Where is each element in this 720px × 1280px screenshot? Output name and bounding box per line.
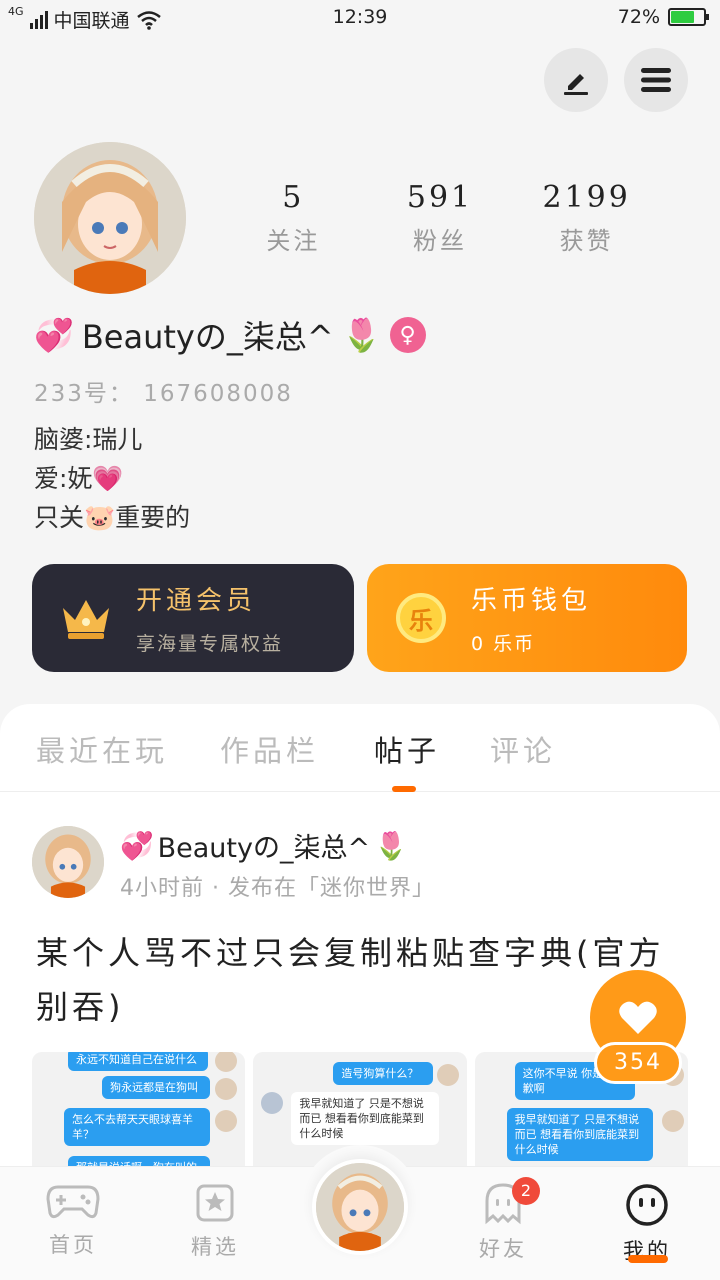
- gamepad-icon: [46, 1185, 100, 1219]
- friends-notification-badge: 2: [512, 1177, 540, 1205]
- tab-works[interactable]: 作品栏: [220, 728, 319, 770]
- followers-count: 591: [406, 180, 474, 215]
- wallet-balance: 0 乐币: [471, 633, 536, 655]
- clock: 12:39: [332, 6, 388, 28]
- avatar-image: [32, 826, 104, 898]
- bio: 脑婆:瑞儿 爱:妩💗 只关🐷重要的: [34, 420, 190, 537]
- chat-avatar: [436, 1064, 459, 1086]
- chat-avatar: [215, 1052, 238, 1072]
- username-suffix-emoji: 🌷: [341, 316, 382, 354]
- chat-avatar: [215, 1110, 238, 1132]
- likes-label: 获赞: [559, 227, 614, 255]
- author-suffix-emoji: 🌷: [374, 830, 408, 862]
- username-prefix-emoji: 💞: [34, 316, 74, 354]
- nav-center-avatar[interactable]: [312, 1159, 408, 1255]
- chat-bubble: 永远不知道自己在说什么: [68, 1052, 208, 1071]
- chat-avatar: [215, 1078, 238, 1100]
- post-meta: 4小时前 · 发布在「迷你世界」: [120, 876, 435, 901]
- user-id: 233号： 167608008: [34, 381, 293, 407]
- like-count: 354: [594, 1042, 682, 1084]
- profile-avatar[interactable]: [34, 142, 186, 294]
- menu-button[interactable]: [624, 48, 688, 112]
- nav-featured[interactable]: 精选: [160, 1183, 270, 1261]
- battery-icon: [668, 8, 709, 26]
- username-row: 💞 Beautyの_柒总^ 🌷 ♀: [34, 312, 426, 358]
- avatar-image: [316, 1163, 404, 1251]
- star-bookmark-icon: [196, 1184, 234, 1222]
- heart-icon: [619, 1001, 657, 1034]
- profile-stats: 5 关注 591 粉丝 2199 获赞: [220, 180, 660, 256]
- wallet-title: 乐币钱包: [471, 586, 592, 616]
- tab-comments[interactable]: 评论: [490, 728, 556, 770]
- followers-label: 粉丝: [413, 227, 467, 255]
- stat-followers[interactable]: 591 粉丝: [367, 180, 514, 256]
- following-count: 5: [282, 180, 305, 215]
- battery-percent: 72%: [617, 6, 660, 28]
- stat-following[interactable]: 5 关注: [220, 180, 367, 256]
- nav-home-label: 首页: [49, 1233, 97, 1257]
- author-prefix-emoji: 💞: [120, 830, 154, 862]
- crown-icon: [58, 590, 114, 646]
- username: Beautyの_柒总^: [81, 318, 334, 356]
- nav-friends[interactable]: 好友: [448, 1183, 558, 1263]
- likes-count: 2199: [542, 180, 631, 215]
- bottom-nav: 首页 精选 好友 2 我的: [0, 1145, 720, 1280]
- tab-posts[interactable]: 帖子: [374, 728, 440, 770]
- bio-line: 脑婆:瑞儿: [34, 425, 143, 454]
- pencil-icon: [564, 74, 588, 95]
- chat-avatar: [261, 1092, 284, 1114]
- avatar-image: [34, 142, 186, 294]
- female-gender-icon: ♀: [389, 317, 426, 353]
- coin-glyph: 乐: [396, 593, 446, 643]
- chat-bubble: 怎么不去帮天天眼球喜羊羊？: [64, 1108, 210, 1146]
- nav-friends-label: 好友: [479, 1237, 527, 1261]
- bio-line: 只关🐷重要的: [34, 503, 191, 532]
- chat-avatar: [661, 1110, 684, 1132]
- author-name: Beautyの_柒总^: [157, 833, 371, 864]
- chat-bubble: 造号狗算什么？: [333, 1062, 434, 1085]
- chat-bubble: 我早就知道了 只是不想说而已 想看看你到底能菜到什么时候: [506, 1108, 653, 1161]
- post-author-name[interactable]: 💞 Beautyの_柒总^ 🌷: [120, 826, 408, 865]
- nav-featured-label: 精选: [191, 1235, 239, 1259]
- smiley-face-icon: [626, 1184, 668, 1226]
- post-author-avatar[interactable]: [32, 826, 104, 898]
- nav-me[interactable]: 我的: [592, 1183, 702, 1265]
- chat-bubble: 狗永远都是在狗叫: [102, 1076, 210, 1099]
- wallet-card[interactable]: 乐 乐币钱包 0 乐币: [367, 564, 687, 672]
- bio-line: 爱:妩💗: [34, 464, 124, 493]
- stat-likes[interactable]: 2199 获赞: [513, 180, 660, 256]
- chat-bubble: 我早就知道了 只是不想说而已 想看看你到底能菜到什么时候: [291, 1092, 440, 1145]
- coin-icon: 乐: [393, 590, 449, 646]
- following-label: 关注: [266, 227, 321, 255]
- hamburger-menu-icon: [641, 68, 671, 92]
- tab-active-indicator: [392, 786, 416, 792]
- status-right: 72%: [617, 6, 709, 28]
- tab-recently-played[interactable]: 最近在玩: [36, 728, 168, 770]
- nav-active-indicator: [628, 1255, 668, 1263]
- nav-home[interactable]: 首页: [18, 1183, 128, 1259]
- status-bar: 4G 中国联通 12:39 72%: [0, 0, 720, 36]
- post-title[interactable]: 某个人骂不过只会复制粘贴查字典(官方别吞): [36, 926, 686, 1034]
- vip-card[interactable]: 开通会员 享海量专属权益: [32, 564, 354, 672]
- edit-profile-button[interactable]: [544, 48, 608, 112]
- post-image[interactable]: 永远不知道自己在说什么 狗永远都是在狗叫 怎么不去帮天天眼球喜羊羊？ 那就是说话…: [32, 1052, 246, 1168]
- vip-title: 开通会员: [136, 586, 257, 616]
- content-tabs: 最近在玩 作品栏 帖子 评论: [0, 704, 720, 792]
- vip-subtitle: 享海量专属权益: [136, 633, 284, 655]
